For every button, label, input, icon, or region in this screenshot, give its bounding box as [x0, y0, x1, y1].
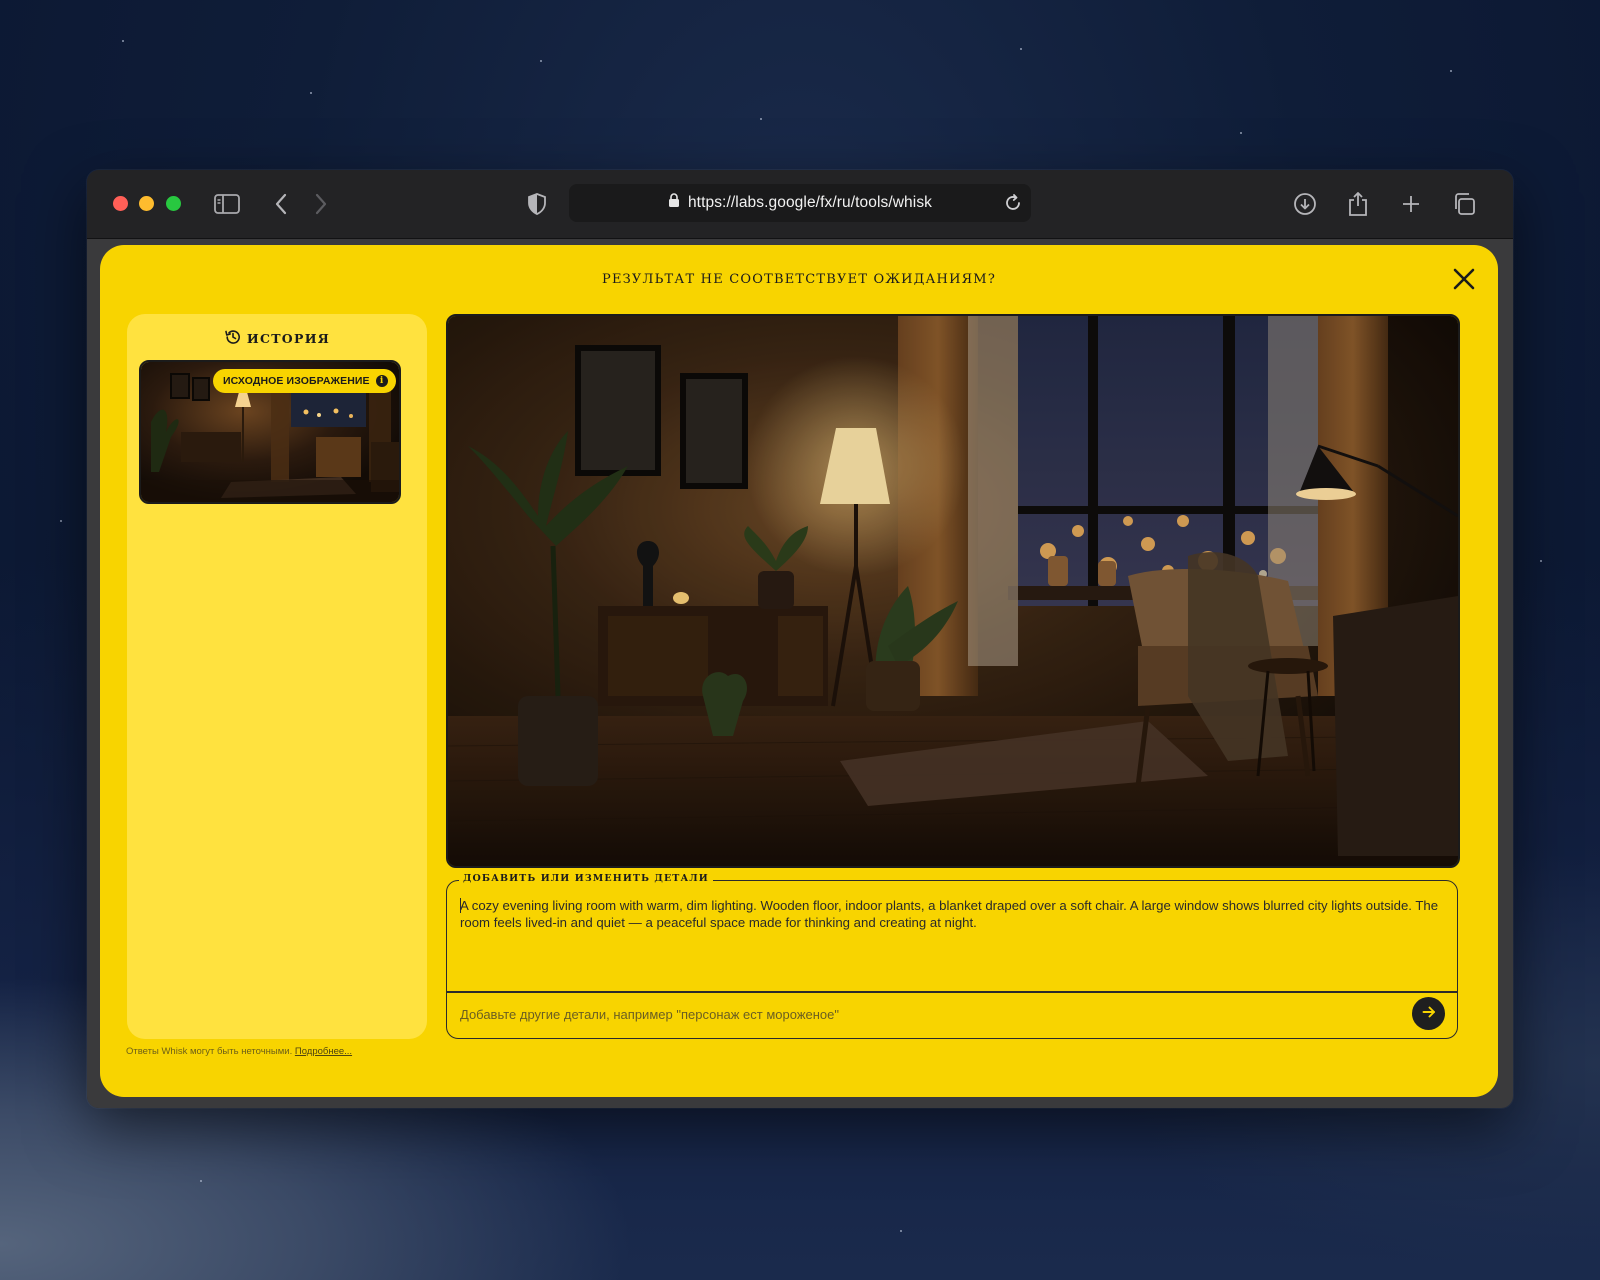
- learn-more-link[interactable]: Подробнее...: [295, 1046, 352, 1057]
- close-window-button[interactable]: [113, 196, 128, 211]
- forward-icon[interactable]: [305, 188, 337, 220]
- star: [540, 60, 542, 62]
- prompt-textarea[interactable]: A cozy evening living room with warm, di…: [460, 897, 1445, 931]
- star: [200, 1180, 202, 1182]
- details-divider: [447, 991, 1457, 993]
- history-item[interactable]: ИСХОДНОЕ ИЗОБРАЖЕНИЕ i: [139, 360, 401, 504]
- details-editor: ДОБАВИТЬ ИЛИ ИЗМЕНИТЬ ДЕТАЛИ A cozy even…: [446, 873, 1458, 1039]
- sidebar-toggle-icon[interactable]: [211, 188, 243, 220]
- downloads-icon[interactable]: [1289, 188, 1321, 220]
- back-icon[interactable]: [265, 188, 297, 220]
- minimize-window-button[interactable]: [139, 196, 154, 211]
- reload-icon[interactable]: [1003, 193, 1023, 218]
- generated-image: [446, 314, 1460, 868]
- history-icon: [224, 328, 242, 349]
- new-tab-icon[interactable]: [1395, 188, 1427, 220]
- zoom-window-button[interactable]: [166, 196, 181, 211]
- star: [760, 118, 762, 120]
- star: [1240, 132, 1242, 134]
- details-legend: ДОБАВИТЬ ИЛИ ИЗМЕНИТЬ ДЕТАЛИ: [459, 873, 713, 884]
- star: [900, 1230, 902, 1232]
- privacy-shield-icon[interactable]: [521, 188, 553, 220]
- source-image-badge: ИСХОДНОЕ ИЗОБРАЖЕНИЕ i: [213, 369, 396, 393]
- living-room-image: [448, 316, 1458, 866]
- browser-window: https://labs.google/fx/ru/tools/whisk РЕ…: [87, 170, 1513, 1108]
- arrow-right-icon: [1421, 1004, 1437, 1023]
- star: [1020, 48, 1022, 50]
- history-panel: ИСТОРИЯ ИСХОДНОЕ ИЗОБРАЖЕНИЕ i: [127, 314, 427, 1039]
- disclaimer-text: Ответы Whisk могут быть неточными.: [126, 1046, 293, 1057]
- close-icon[interactable]: [1450, 265, 1478, 293]
- page-viewport: РЕЗУЛЬТАТ НЕ СООТВЕТСТВУЕТ ОЖИДАНИЯМ? ИС…: [87, 239, 1513, 1108]
- share-icon[interactable]: [1342, 188, 1374, 220]
- star: [122, 40, 124, 42]
- address-bar[interactable]: https://labs.google/fx/ru/tools/whisk: [569, 184, 1031, 222]
- send-button[interactable]: [1412, 997, 1445, 1030]
- lock-icon: [668, 193, 680, 213]
- tab-overview-icon[interactable]: [1448, 188, 1480, 220]
- history-header: ИСТОРИЯ: [127, 328, 427, 349]
- disclaimer: Ответы Whisk могут быть неточными. Подро…: [126, 1046, 352, 1057]
- add-details-input[interactable]: [460, 999, 1380, 1029]
- modal-title: РЕЗУЛЬТАТ НЕ СООТВЕТСТВУЕТ ОЖИДАНИЯМ?: [602, 272, 996, 287]
- star: [1450, 70, 1452, 72]
- star: [1540, 560, 1542, 562]
- history-title: ИСТОРИЯ: [246, 331, 331, 346]
- feedback-modal: РЕЗУЛЬТАТ НЕ СООТВЕТСТВУЕТ ОЖИДАНИЯМ? ИС…: [100, 245, 1498, 1097]
- source-image-label: ИСХОДНОЕ ИЗОБРАЖЕНИЕ: [223, 375, 370, 387]
- browser-toolbar: https://labs.google/fx/ru/tools/whisk: [87, 170, 1513, 239]
- star: [60, 520, 62, 522]
- star: [310, 92, 312, 94]
- url-text: https://labs.google/fx/ru/tools/whisk: [687, 194, 933, 211]
- info-icon[interactable]: i: [375, 375, 388, 387]
